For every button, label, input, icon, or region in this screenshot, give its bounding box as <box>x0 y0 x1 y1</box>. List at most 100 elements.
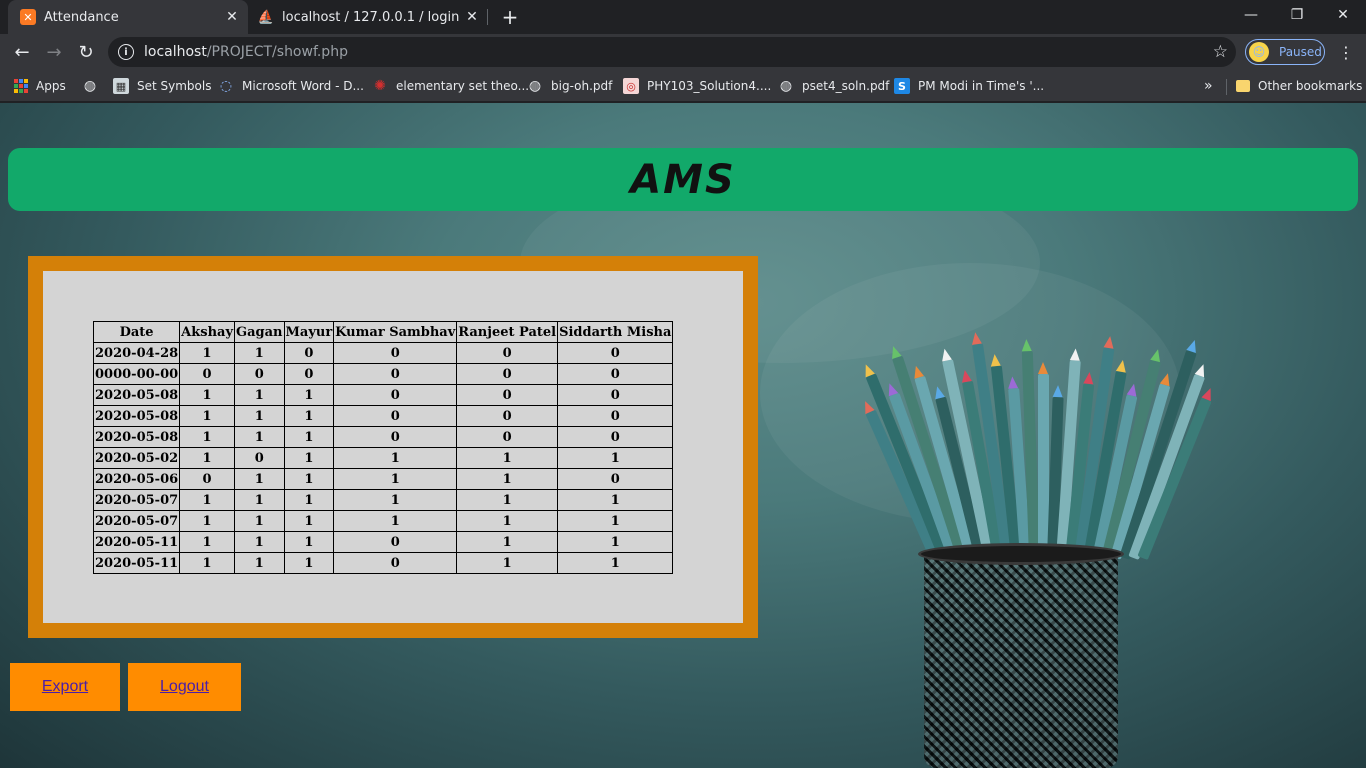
bookmark-other[interactable]: Other bookmarks <box>1236 75 1362 97</box>
back-button[interactable]: ← <box>8 38 36 66</box>
page-title: AMS <box>630 156 736 203</box>
attendance-cell: 0 <box>456 342 559 364</box>
bookmark-pm-modi[interactable]: S PM Modi in Time's '... <box>894 75 1044 97</box>
date-cell: 2020-05-11 <box>92 552 181 574</box>
bookmark-word[interactable]: ◌ Microsoft Word - D... <box>218 75 364 97</box>
column-header: Akshay <box>179 321 235 343</box>
restore-button[interactable]: ❐ <box>1274 0 1320 30</box>
logout-link[interactable]: Logout <box>160 678 209 696</box>
bookmarks-overflow-button[interactable]: » <box>1204 75 1213 97</box>
attendance-cell: 0 <box>234 447 285 469</box>
reload-button[interactable]: ↻ <box>72 38 100 66</box>
attendance-cell: 1 <box>557 552 674 574</box>
bookmark-label: Other bookmarks <box>1258 79 1363 93</box>
tab-attendance[interactable]: ✕ Attendance ✕ <box>8 0 248 34</box>
attendance-cell: 1 <box>283 426 335 448</box>
attendance-cell: 1 <box>333 468 458 490</box>
new-tab-button[interactable]: + <box>498 5 522 29</box>
attendance-cell: 0 <box>179 468 235 490</box>
forward-button[interactable]: → <box>40 38 68 66</box>
attendance-cell: 0 <box>557 342 674 364</box>
close-window-button[interactable]: ✕ <box>1320 0 1366 30</box>
bookmark-phy103[interactable]: ◎ PHY103_Solution4.... <box>623 75 771 97</box>
date-cell: 2020-05-08 <box>92 405 181 427</box>
attendance-table: Date Akshay Gagan Mayur Kumar Sambhav Ranjeet… <box>92 321 674 574</box>
attendance-cell: 1 <box>234 552 285 574</box>
close-tab-icon[interactable]: ✕ <box>462 7 482 27</box>
attendance-cell: 0 <box>234 363 285 385</box>
menu-icon[interactable]: ⋮ <box>1334 38 1358 66</box>
bookmark-label: PHY103_Solution4.... <box>647 79 772 93</box>
pencil-tip <box>1186 338 1200 354</box>
attendance-cell: 1 <box>179 426 235 448</box>
profile-button[interactable]: ☺ Paused <box>1245 39 1325 65</box>
date-cell: 2020-04-28 <box>92 342 181 364</box>
pdf-icon: ◎ <box>623 78 639 94</box>
attendance-cell: 0 <box>333 426 458 448</box>
tab-divider <box>487 9 488 25</box>
attendance-cell: 1 <box>179 384 235 406</box>
pencil-tip <box>1201 386 1216 402</box>
attendance-cell: 1 <box>234 531 285 553</box>
attendance-cell: 1 <box>179 447 235 469</box>
logout-button[interactable]: Logout <box>128 663 241 711</box>
date-cell: 0000-00-00 <box>92 363 181 385</box>
attendance-cell: 0 <box>456 384 559 406</box>
bookmark-pset4[interactable]: ◍ pset4_soln.pdf <box>778 75 890 97</box>
column-header: Gagan <box>234 321 285 343</box>
bookmark-set-theory[interactable]: ✺ elementary set theo... <box>372 75 529 97</box>
gear-icon: ✺ <box>374 78 386 94</box>
attendance-cell: 1 <box>283 552 335 574</box>
attendance-cell: 1 <box>333 447 458 469</box>
attendance-cell: 0 <box>283 363 335 385</box>
bookmark-apps[interactable]: Apps <box>14 75 66 97</box>
attendance-cell: 1 <box>557 531 674 553</box>
attendance-cell: 1 <box>456 552 559 574</box>
tab-phpmyadmin[interactable]: ⛵ localhost / 127.0.0.1 / login / stu ✕ <box>250 0 488 34</box>
attendance-cell: 1 <box>333 489 458 511</box>
column-header: Date <box>92 321 181 343</box>
bookmark-label: Microsoft Word - D... <box>242 79 364 93</box>
attendance-cell: 0 <box>456 426 559 448</box>
apps-grid-icon <box>14 79 28 93</box>
globe-icon: ◍ <box>528 78 542 94</box>
export-button[interactable]: Export <box>10 663 120 711</box>
table-body: 2020-04-28 1 1 0 0 0 0 0000-00-00 0 0 0 0 0 0 2020-05-… <box>92 342 674 574</box>
globe-icon: ◍ <box>83 78 97 94</box>
attendance-cell: 0 <box>333 405 458 427</box>
attendance-cell: 1 <box>557 510 674 532</box>
minimize-button[interactable]: — <box>1228 0 1274 30</box>
bookmark-star-icon[interactable]: ☆ <box>1213 42 1228 62</box>
bookmark-globe[interactable]: ◍ <box>82 75 106 97</box>
table-row: 2020-05-07 1 1 1 1 1 1 <box>92 510 674 532</box>
attendance-cell: 1 <box>179 405 235 427</box>
bookmark-label: elementary set theo... <box>396 79 530 93</box>
loading-icon: ◌ <box>219 78 233 94</box>
close-tab-icon[interactable]: ✕ <box>222 7 242 27</box>
table-row: 2020-04-28 1 1 0 0 0 0 <box>92 342 674 364</box>
date-cell: 2020-05-07 <box>92 510 181 532</box>
attendance-cell: 1 <box>333 510 458 532</box>
table-row: 2020-05-08 1 1 1 0 0 0 <box>92 426 674 448</box>
export-link[interactable]: Export <box>42 678 88 696</box>
tab-strip: ✕ Attendance ✕ ⛵ localhost / 127.0.0.1 /… <box>0 0 1366 34</box>
table-row: 2020-05-11 1 1 1 0 1 1 <box>92 552 674 574</box>
card-inner: Date Akshay Gagan Mayur Kumar Sambhav Ranjeet… <box>43 271 743 623</box>
info-icon[interactable]: i <box>118 44 134 60</box>
bookmark-set-symbols[interactable]: ▦ Set Symbols <box>113 75 211 97</box>
date-cell: 2020-05-08 <box>92 384 181 406</box>
attendance-cell: 1 <box>283 531 335 553</box>
address-bar[interactable]: i localhost /PROJECT/showf.php ☆ <box>108 37 1236 67</box>
bookmark-big-oh[interactable]: ◍ big-oh.pdf <box>527 75 612 97</box>
table-row: 2020-05-07 1 1 1 1 1 1 <box>92 489 674 511</box>
table-row: 2020-05-08 1 1 1 0 0 0 <box>92 384 674 406</box>
attendance-cell: 1 <box>234 468 285 490</box>
cup-rim <box>918 543 1124 565</box>
attendance-cell: 0 <box>557 426 674 448</box>
attendance-cell: 1 <box>456 510 559 532</box>
attendance-cell: 0 <box>333 384 458 406</box>
image-icon: ▦ <box>113 78 129 94</box>
column-header: Ranjeet Patel <box>456 321 559 343</box>
browser-toolbar: ← → ↻ i localhost /PROJECT/showf.php ☆ ☺… <box>0 34 1366 70</box>
date-cell: 2020-05-06 <box>92 468 181 490</box>
